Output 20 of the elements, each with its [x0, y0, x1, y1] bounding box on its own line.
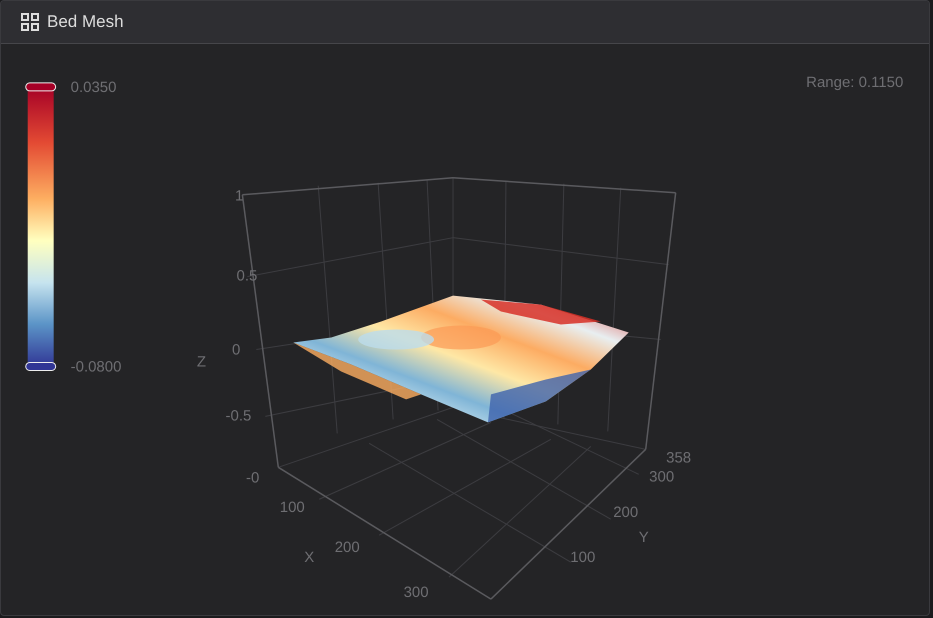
- x-axis-title: X: [304, 549, 314, 566]
- z-tick-label: 0: [232, 341, 240, 358]
- y-axis-title: Y: [638, 529, 649, 546]
- scale-min-label: -0.0800: [70, 358, 122, 376]
- grid-icon: [21, 12, 39, 31]
- z-tick-label: -0: [246, 469, 260, 486]
- y-tick-label: 100: [570, 549, 596, 566]
- panel-title: Bed Mesh: [47, 11, 124, 34]
- scale-max-label: 0.0350: [70, 78, 116, 96]
- y-tick-label: 358: [666, 449, 692, 466]
- y-tick-label: 200: [613, 504, 638, 522]
- x-tick-label: 200: [334, 539, 360, 556]
- x-tick-label: 100: [280, 499, 305, 516]
- z-axis-title: Z: [196, 353, 206, 370]
- z-tick-label: 0.5: [236, 268, 258, 285]
- range-label: Range: 0.1150: [806, 74, 904, 91]
- y-tick-label: 300: [649, 468, 674, 486]
- x-tick-label: 300: [404, 584, 429, 602]
- z-tick-label: 1: [235, 188, 244, 205]
- z-tick-label: -0.5: [226, 407, 252, 424]
